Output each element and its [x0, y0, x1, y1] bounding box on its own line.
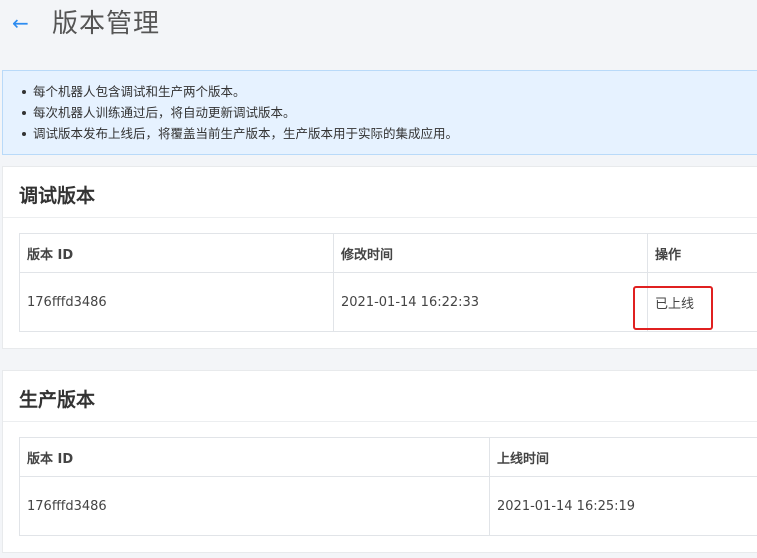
page-title: 版本管理: [52, 9, 161, 39]
column-header-action: 操作: [647, 233, 757, 273]
page-header: ← 版本管理: [0, 0, 757, 60]
release-time-cell: 2021-01-14 16:25:19: [489, 476, 757, 536]
column-header-version-id: 版本 ID: [19, 233, 334, 273]
version-id-cell: 176fffd3486: [19, 272, 334, 332]
version-id-cell: 176fffd3486: [19, 476, 490, 536]
production-version-table: 版本 ID 上线时间 176fffd3486 2021-01-14 16:25:…: [19, 437, 757, 536]
debug-version-title: 调试版本: [19, 185, 96, 207]
card-divider: [3, 217, 757, 218]
production-version-card: 生产版本 版本 ID 上线时间 176fffd3486 2021-01-14 1…: [2, 370, 757, 553]
table-row: 176fffd3486 2021-01-14 16:25:19: [19, 476, 757, 536]
arrow-left-icon: ←: [12, 11, 29, 35]
notice-item: 每个机器人包含调试和生产两个版本。: [22, 81, 757, 102]
notice-item: 每次机器人训练通过后，将自动更新调试版本。: [22, 102, 757, 123]
card-divider: [3, 421, 757, 422]
notice-item: 调试版本发布上线后，将覆盖当前生产版本，生产版本用于实际的集成应用。: [22, 123, 757, 144]
column-header-modified-time: 修改时间: [333, 233, 648, 273]
column-header-release-time: 上线时间: [489, 437, 757, 477]
production-version-title: 生产版本: [19, 389, 96, 411]
column-header-version-id: 版本 ID: [19, 437, 490, 477]
back-button[interactable]: ←: [12, 12, 34, 34]
modified-time-cell: 2021-01-14 16:22:33: [333, 272, 648, 332]
info-notice: 每个机器人包含调试和生产两个版本。 每次机器人训练通过后，将自动更新调试版本。 …: [2, 70, 757, 155]
highlight-box: [633, 286, 713, 330]
